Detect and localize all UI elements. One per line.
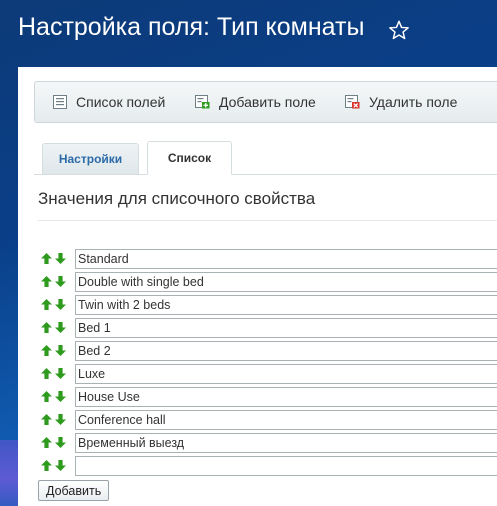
move-up-arrow-icon[interactable] (41, 437, 52, 448)
list-fields-button[interactable]: Список полей (53, 82, 165, 122)
list-fields-label: Список полей (76, 94, 166, 110)
title-bar: Настройка поля: Тип комнаты (0, 0, 497, 62)
add-field-icon (195, 95, 210, 109)
move-down-arrow-icon[interactable] (55, 460, 66, 471)
delete-field-button[interactable]: Удалить поле (345, 82, 457, 122)
add-field-label: Добавить поле (219, 94, 316, 110)
tab-settings[interactable]: Настройки (42, 143, 139, 175)
value-input[interactable] (75, 410, 497, 430)
move-down-arrow-icon[interactable] (55, 391, 66, 402)
move-up-arrow-icon[interactable] (41, 368, 52, 379)
background-accent (0, 440, 18, 506)
value-input[interactable] (75, 249, 497, 269)
move-down-arrow-icon[interactable] (55, 276, 66, 287)
value-row (41, 433, 497, 453)
value-row (41, 295, 497, 315)
move-down-arrow-icon[interactable] (55, 345, 66, 356)
move-up-arrow-icon[interactable] (41, 391, 52, 402)
page-title: Настройка поля: Тип комнаты (18, 13, 365, 41)
delete-field-icon (345, 95, 360, 109)
move-up-arrow-icon[interactable] (41, 299, 52, 310)
value-row (41, 364, 497, 384)
value-input[interactable] (75, 364, 497, 384)
value-row (41, 318, 497, 338)
value-row (41, 272, 497, 292)
value-row (41, 456, 497, 476)
move-up-arrow-icon[interactable] (41, 460, 52, 471)
divider (38, 220, 497, 221)
move-down-arrow-icon[interactable] (55, 299, 66, 310)
value-input[interactable] (75, 272, 497, 292)
value-input[interactable] (75, 433, 497, 453)
move-down-arrow-icon[interactable] (55, 414, 66, 425)
value-input[interactable] (75, 318, 497, 338)
value-input[interactable] (75, 456, 497, 476)
section-title: Значения для списочного свойства (38, 189, 316, 208)
move-up-arrow-icon[interactable] (41, 414, 52, 425)
value-input[interactable] (75, 295, 497, 315)
move-up-arrow-icon[interactable] (41, 276, 52, 287)
tab-bar: Настройки Список (34, 141, 497, 175)
value-row (41, 249, 497, 269)
star-outline-icon[interactable] (388, 19, 410, 41)
list-icon (53, 95, 67, 109)
move-up-arrow-icon[interactable] (41, 253, 52, 264)
value-row (41, 410, 497, 430)
move-up-arrow-icon[interactable] (41, 322, 52, 333)
move-down-arrow-icon[interactable] (55, 368, 66, 379)
move-down-arrow-icon[interactable] (55, 253, 66, 264)
delete-field-label: Удалить поле (369, 94, 458, 110)
value-input[interactable] (75, 387, 497, 407)
move-down-arrow-icon[interactable] (55, 437, 66, 448)
move-up-arrow-icon[interactable] (41, 345, 52, 356)
move-down-arrow-icon[interactable] (55, 322, 66, 333)
tab-list[interactable]: Список (147, 141, 232, 175)
toolbar: Список полей Добавить поле Удалить поле (34, 81, 497, 123)
add-field-button[interactable]: Добавить поле (195, 82, 316, 122)
add-value-button[interactable]: Добавить (38, 480, 110, 501)
main-panel: Список полей Добавить поле Удалить поле (18, 67, 497, 506)
value-input[interactable] (75, 341, 497, 361)
value-row (41, 341, 497, 361)
value-row (41, 387, 497, 407)
